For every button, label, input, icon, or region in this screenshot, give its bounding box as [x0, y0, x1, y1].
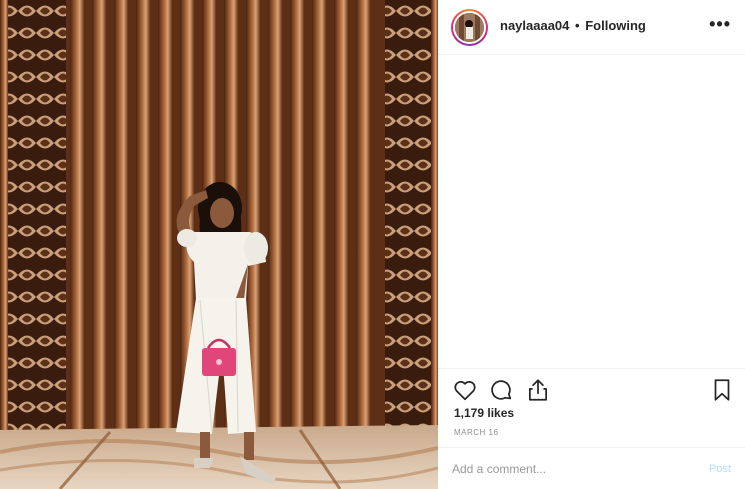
- likes-count[interactable]: 1,179 likes: [454, 406, 514, 420]
- comment-input[interactable]: [452, 459, 682, 479]
- post-photo[interactable]: [0, 0, 438, 489]
- post-sidebar: naylaaaa04 • Following ••• 1,179 likes M…: [438, 0, 745, 489]
- post-comment-button[interactable]: Post: [709, 463, 731, 475]
- action-bar: [438, 368, 745, 408]
- bookmark-icon[interactable]: [709, 377, 735, 403]
- username-link[interactable]: naylaaaa04: [500, 18, 569, 33]
- comment-bubble-icon[interactable]: [488, 377, 514, 403]
- heart-icon[interactable]: [452, 377, 478, 403]
- instagram-post: naylaaaa04 • Following ••• 1,179 likes M…: [0, 0, 745, 489]
- post-header: naylaaaa04 • Following •••: [438, 0, 745, 55]
- header-text: naylaaaa04 • Following: [500, 18, 646, 33]
- avatar-image: [453, 11, 486, 44]
- separator-dot: •: [575, 18, 580, 33]
- comment-bar: Post: [438, 447, 745, 489]
- more-options-icon[interactable]: •••: [709, 14, 731, 35]
- avatar[interactable]: [451, 9, 488, 46]
- following-button[interactable]: Following: [585, 18, 646, 33]
- comments-area: [438, 56, 745, 366]
- share-icon[interactable]: [525, 377, 551, 403]
- post-date: MARCH 16: [454, 428, 499, 437]
